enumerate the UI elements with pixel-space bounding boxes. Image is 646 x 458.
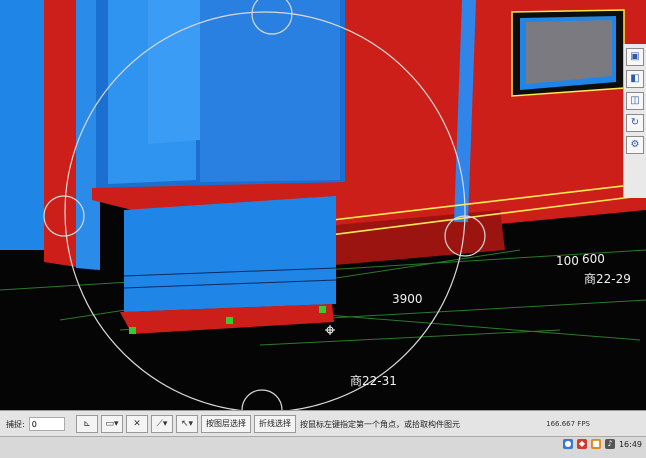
status-bar: 捕捉: ⊾ ▭▾ ✕ ⟋▾ ↖▾ 按图层选择 折线选择 按鼠标左键指定第一个角点… <box>0 410 646 437</box>
app-icon[interactable]: ◆ <box>576 439 587 449</box>
cross-icon[interactable]: ✕ <box>126 415 148 433</box>
taskbar: ● ◆ ■ ♪ 16:49 <box>0 436 646 458</box>
snap-label: 捕捉: <box>6 419 25 429</box>
network-icon[interactable]: ● <box>562 439 573 449</box>
notification-icon[interactable]: ■ <box>590 439 601 449</box>
grid-label-22-31: 商22-31 <box>350 374 397 388</box>
layer-select-button[interactable]: 按图层选择 <box>201 415 251 433</box>
volume-icon[interactable]: ♪ <box>604 439 615 449</box>
view-cube-icon[interactable]: ▣ <box>626 48 644 66</box>
crosshair-icon <box>325 325 335 335</box>
clock: 16:49 <box>618 439 642 449</box>
settings-icon[interactable]: ⚙ <box>626 136 644 154</box>
view-front-icon[interactable]: ◧ <box>626 70 644 88</box>
grid-label-22-29: 商22-29 <box>584 272 631 286</box>
dimension-100: 100 <box>556 254 579 268</box>
pointer-tool-icon[interactable]: ↖▾ <box>176 415 198 433</box>
model-canvas[interactable] <box>0 0 646 410</box>
drawing-viewport[interactable]: 100 600 商22-29 3900 商22-31 ▣ ◧ ◫ ↻ ⚙ <box>0 0 646 410</box>
dimension-600: 600 <box>582 252 605 266</box>
blue-glass-left[interactable] <box>0 0 348 334</box>
rect-select-icon[interactable]: ▭▾ <box>101 415 123 433</box>
view-top-icon[interactable]: ◫ <box>626 92 644 110</box>
system-tray: ● ◆ ■ ♪ 16:49 <box>562 439 642 449</box>
rotate-icon[interactable]: ↻ <box>626 114 644 132</box>
snap-value-field[interactable] <box>28 417 65 431</box>
dimension-3900: 3900 <box>392 292 423 306</box>
ortho-icon[interactable]: ⊾ <box>76 415 98 433</box>
fps-counter: 166.667 FPS <box>546 420 590 428</box>
line-tool-icon[interactable]: ⟋▾ <box>151 415 173 433</box>
polyline-select-button[interactable]: 折线选择 <box>254 415 296 433</box>
view-toolbar: ▣ ◧ ◫ ↻ ⚙ <box>623 44 646 198</box>
command-hint: 按鼠标左键指定第一个角点，或拾取构件图元 <box>300 419 460 429</box>
